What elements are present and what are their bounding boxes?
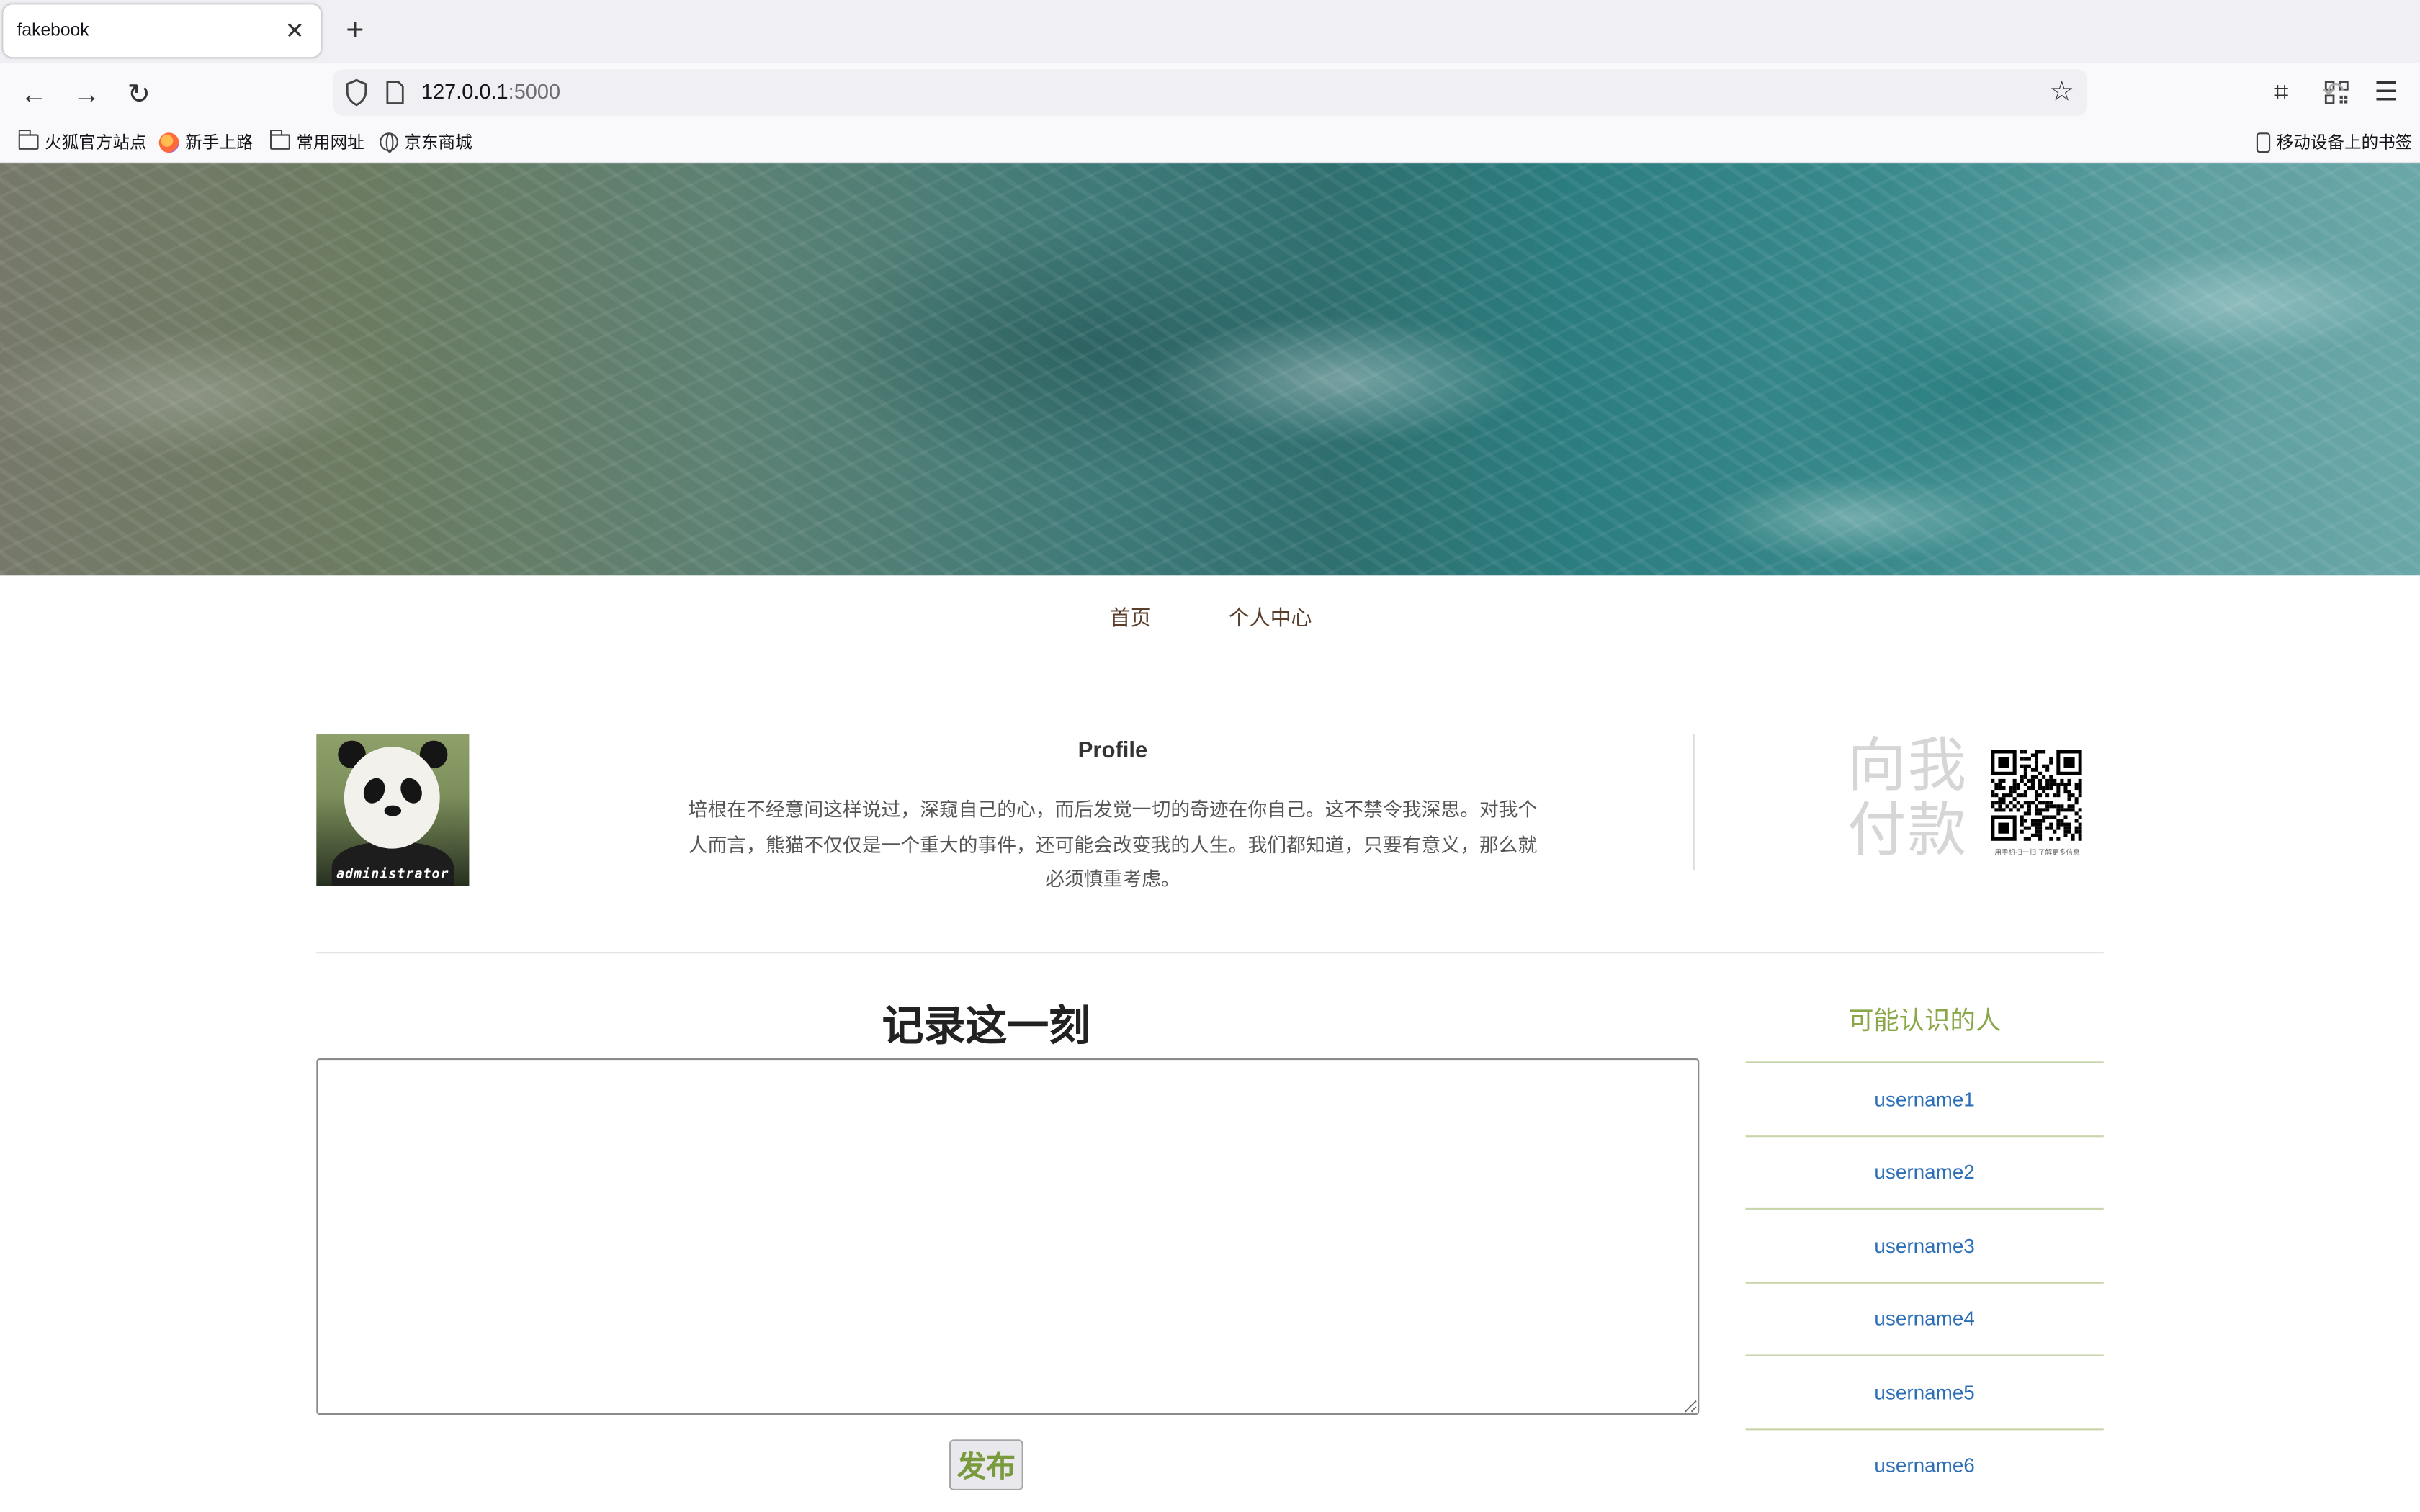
url-text[interactable]: 127.0.0.1:5000 bbox=[421, 80, 560, 103]
post-heading: 记录这一刻 bbox=[882, 1002, 1090, 1050]
new-tab-icon[interactable]: + bbox=[338, 12, 372, 49]
post-textarea[interactable] bbox=[316, 1058, 1700, 1415]
list-item: username5 bbox=[1745, 1354, 2104, 1428]
url-host: 127.0.0.1 bbox=[421, 80, 508, 104]
site-nav: 首页 个人中心 bbox=[0, 600, 2420, 631]
username-link[interactable]: username5 bbox=[1874, 1380, 1974, 1403]
pay-text-line: 付款 bbox=[1847, 799, 1968, 864]
pay-me-text: 向我 付款 bbox=[1847, 734, 1971, 864]
page-icon[interactable] bbox=[385, 80, 406, 104]
url-port: :5000 bbox=[508, 80, 561, 104]
people-list: username1 username2 username3 username4 user… bbox=[1745, 1061, 2104, 1501]
address-bar[interactable]: 127.0.0.1:5000 ☆ bbox=[333, 69, 2349, 116]
tab-strip: fakebook ✕ + bbox=[0, 0, 2420, 63]
bookmark-item[interactable]: 新手上路 bbox=[158, 130, 254, 154]
ocean-banner-image bbox=[0, 163, 2420, 576]
folder-icon bbox=[18, 129, 39, 150]
tab-fakebook[interactable]: fakebook ✕ bbox=[3, 4, 321, 58]
close-tab-icon[interactable]: ✕ bbox=[282, 17, 307, 45]
screenshot-icon[interactable]: ⌗ bbox=[2264, 76, 2298, 109]
qrcode-caption: 用手机扫一扫 了解更多信息 bbox=[1994, 848, 2080, 857]
mobile-bookmarks[interactable]: 移动设备上的书签 bbox=[2256, 130, 2413, 154]
forward-icon[interactable]: → bbox=[69, 77, 103, 111]
people-you-may-know-heading: 可能认识的人 bbox=[1848, 1007, 2002, 1035]
pay-text-line: 向我 bbox=[1847, 734, 1968, 799]
profile-title: Profile bbox=[1077, 739, 1148, 764]
username-link[interactable]: username6 bbox=[1874, 1454, 1974, 1477]
bookmark-label: 京东商城 bbox=[404, 134, 472, 153]
section-divider bbox=[316, 952, 2104, 954]
bookmark-item[interactable]: 京东商城 bbox=[380, 130, 472, 154]
list-item: username2 bbox=[1745, 1135, 2104, 1208]
bookmarks-toolbar: 火狐官方站点 新手上路 常用网址 京东商城 移动设备上的书签 bbox=[0, 122, 2420, 164]
list-item: username4 bbox=[1745, 1281, 2104, 1355]
tab-title: fakebook bbox=[17, 22, 89, 40]
bookmark-label: 新手上路 bbox=[185, 134, 254, 153]
profile-bio: 培根在不经意间这样说过，深窥自己的心，而后发觉一切的奇迹在你自己。这不禁令我深思… bbox=[688, 799, 1538, 891]
username-link[interactable]: username1 bbox=[1874, 1087, 1974, 1110]
list-item: username3 bbox=[1745, 1207, 2104, 1282]
username-link[interactable]: username3 bbox=[1874, 1234, 1974, 1257]
vertical-divider bbox=[1693, 734, 1695, 870]
bookmark-label: 火狐官方站点 bbox=[45, 134, 147, 153]
nav-home-link[interactable]: 首页 bbox=[1110, 600, 1152, 631]
avatar-caption: administrator bbox=[336, 867, 449, 883]
firefox-icon bbox=[158, 132, 179, 153]
username-link[interactable]: username2 bbox=[1874, 1161, 1974, 1184]
shield-icon[interactable] bbox=[344, 78, 369, 107]
publish-button[interactable]: 发布 bbox=[949, 1439, 1023, 1490]
list-item: username1 bbox=[1745, 1061, 2104, 1135]
bookmark-item[interactable]: 常用网址 bbox=[269, 129, 364, 154]
folder-icon bbox=[269, 129, 290, 150]
undo-icon[interactable]: ↶ bbox=[2316, 76, 2350, 109]
bookmark-item[interactable]: 火狐官方站点 bbox=[18, 129, 147, 154]
payment-qrcode-image bbox=[1991, 750, 2082, 841]
mobile-device-icon bbox=[2256, 132, 2271, 153]
username-link[interactable]: username4 bbox=[1874, 1308, 1974, 1331]
bookmark-star-icon[interactable]: ☆ bbox=[2049, 76, 2074, 108]
avatar: administrator bbox=[316, 734, 470, 886]
bookmark-label: 常用网址 bbox=[296, 134, 364, 153]
list-item: username6 bbox=[1745, 1428, 2104, 1501]
back-icon[interactable]: ← bbox=[17, 77, 51, 111]
nav-profile-center-link[interactable]: 个人中心 bbox=[1229, 600, 1312, 631]
reload-icon[interactable]: ↻ bbox=[122, 77, 156, 111]
bookmark-label: 移动设备上的书签 bbox=[2276, 134, 2413, 153]
globe-icon bbox=[380, 132, 398, 153]
menu-icon[interactable]: ☰ bbox=[2369, 76, 2403, 109]
